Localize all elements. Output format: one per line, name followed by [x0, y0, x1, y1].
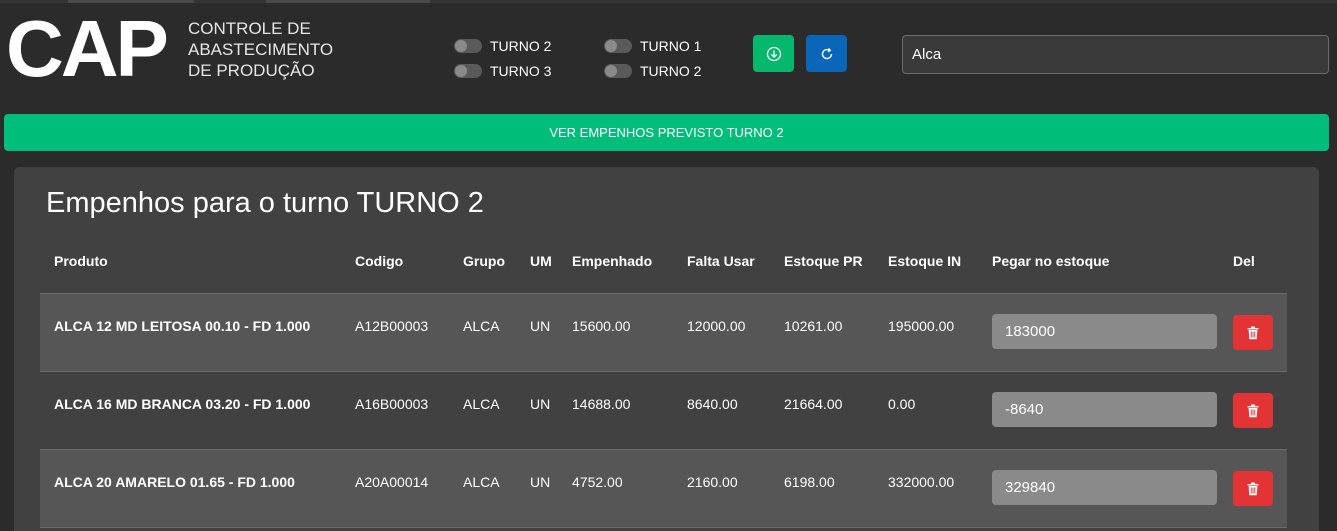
cell-falta-usar: 12000.00 [687, 318, 746, 334]
column-header-estoque-pr: Estoque PR [784, 253, 863, 269]
cell-falta-usar: 2160.00 [687, 474, 738, 490]
table-row-divider [40, 527, 1287, 531]
trash-icon [1247, 326, 1259, 339]
toggle-switch[interactable] [604, 64, 632, 78]
pegar-estoque-input[interactable] [992, 392, 1217, 427]
toggle-turno-3[interactable]: TURNO 3 [454, 63, 551, 79]
refresh-button[interactable] [806, 35, 847, 72]
column-header-del: Del [1233, 253, 1255, 269]
toggle-turno-2-left[interactable]: TURNO 2 [454, 38, 551, 54]
pegar-estoque-input[interactable] [992, 314, 1217, 349]
trash-icon [1247, 404, 1259, 417]
column-header-pegar-no-estoque: Pegar no estoque [992, 253, 1110, 269]
cell-estoque-in: 195000.00 [888, 318, 955, 334]
cell-grupo: ALCA [463, 396, 500, 412]
cell-estoque-pr: 21664.00 [784, 396, 843, 412]
empenhos-card: Empenhos para o turno TURNO 2 Produto Co… [14, 167, 1319, 531]
toggle-switch[interactable] [604, 39, 632, 53]
cell-empenhado: 14688.00 [572, 396, 631, 412]
ver-empenhos-button[interactable]: VER EMPENHOS PREVISTO TURNO 2 [4, 114, 1329, 151]
cell-produto: ALCA 16 MD BRANCA 03.20 - FD 1.000 [54, 396, 311, 412]
cell-codigo: A16B00003 [355, 396, 429, 412]
toggle-turno-1[interactable]: TURNO 1 [604, 38, 701, 54]
table-row: ALCA 20 AMARELO 01.65 - FD 1.000 A20A000… [40, 449, 1287, 527]
search-input[interactable] [902, 35, 1329, 74]
download-button[interactable] [753, 35, 794, 72]
table-row: ALCA 12 MD LEITOSA 00.10 - FD 1.000 A12B… [40, 293, 1287, 371]
column-header-grupo: Grupo [463, 253, 505, 269]
toggle-label: TURNO 1 [640, 38, 702, 54]
card-title: Empenhos para o turno TURNO 2 [46, 187, 484, 219]
cell-produto: ALCA 20 AMARELO 01.65 - FD 1.000 [54, 474, 295, 490]
cell-um: UN [530, 474, 551, 490]
toggle-switch[interactable] [454, 39, 482, 53]
cell-produto: ALCA 12 MD LEITOSA 00.10 - FD 1.000 [54, 318, 311, 334]
column-header-estoque-in: Estoque IN [888, 253, 962, 269]
toggle-label: TURNO 3 [490, 63, 552, 79]
cell-estoque-pr: 6198.00 [784, 474, 835, 490]
pegar-estoque-input[interactable] [992, 470, 1217, 505]
cell-grupo: ALCA [463, 318, 500, 334]
delete-button[interactable] [1233, 471, 1273, 506]
toggle-label: TURNO 2 [490, 38, 552, 54]
toggle-switch[interactable] [454, 64, 482, 78]
app-subtitle: CONTROLE DE ABASTECIMENTO DE PRODUÇÃO [188, 19, 334, 80]
cell-estoque-in: 0.00 [888, 396, 916, 412]
delete-button[interactable] [1233, 393, 1273, 428]
column-header-produto: Produto [54, 253, 108, 269]
cell-um: UN [530, 318, 551, 334]
refresh-icon [821, 47, 832, 59]
cell-empenhado: 15600.00 [572, 318, 631, 334]
column-header-um: UM [530, 253, 552, 269]
cell-codigo: A20A00014 [355, 474, 429, 490]
download-circle-icon [766, 46, 781, 61]
cell-grupo: ALCA [463, 474, 500, 490]
table-row: ALCA 16 MD BRANCA 03.20 - FD 1.000 A16B0… [40, 371, 1287, 449]
toggle-turno-2-right[interactable]: TURNO 2 [604, 63, 701, 79]
app-logo: CAP [6, 4, 169, 93]
toggle-label: TURNO 2 [640, 63, 702, 79]
cell-falta-usar: 8640.00 [687, 396, 738, 412]
delete-button[interactable] [1233, 315, 1273, 350]
header: CAP CONTROLE DE ABASTECIMENTO DE PRODUÇÃ… [0, 0, 1337, 108]
cell-empenhado: 4752.00 [572, 474, 623, 490]
column-header-empenhado: Empenhado [572, 253, 653, 269]
cell-um: UN [530, 396, 551, 412]
column-header-falta-usar: Falta Usar [687, 253, 755, 269]
cell-estoque-pr: 10261.00 [784, 318, 843, 334]
cell-estoque-in: 332000.00 [888, 474, 955, 490]
trash-icon [1247, 482, 1259, 495]
cell-codigo: A12B00003 [355, 318, 429, 334]
column-header-codigo: Codigo [355, 253, 404, 269]
